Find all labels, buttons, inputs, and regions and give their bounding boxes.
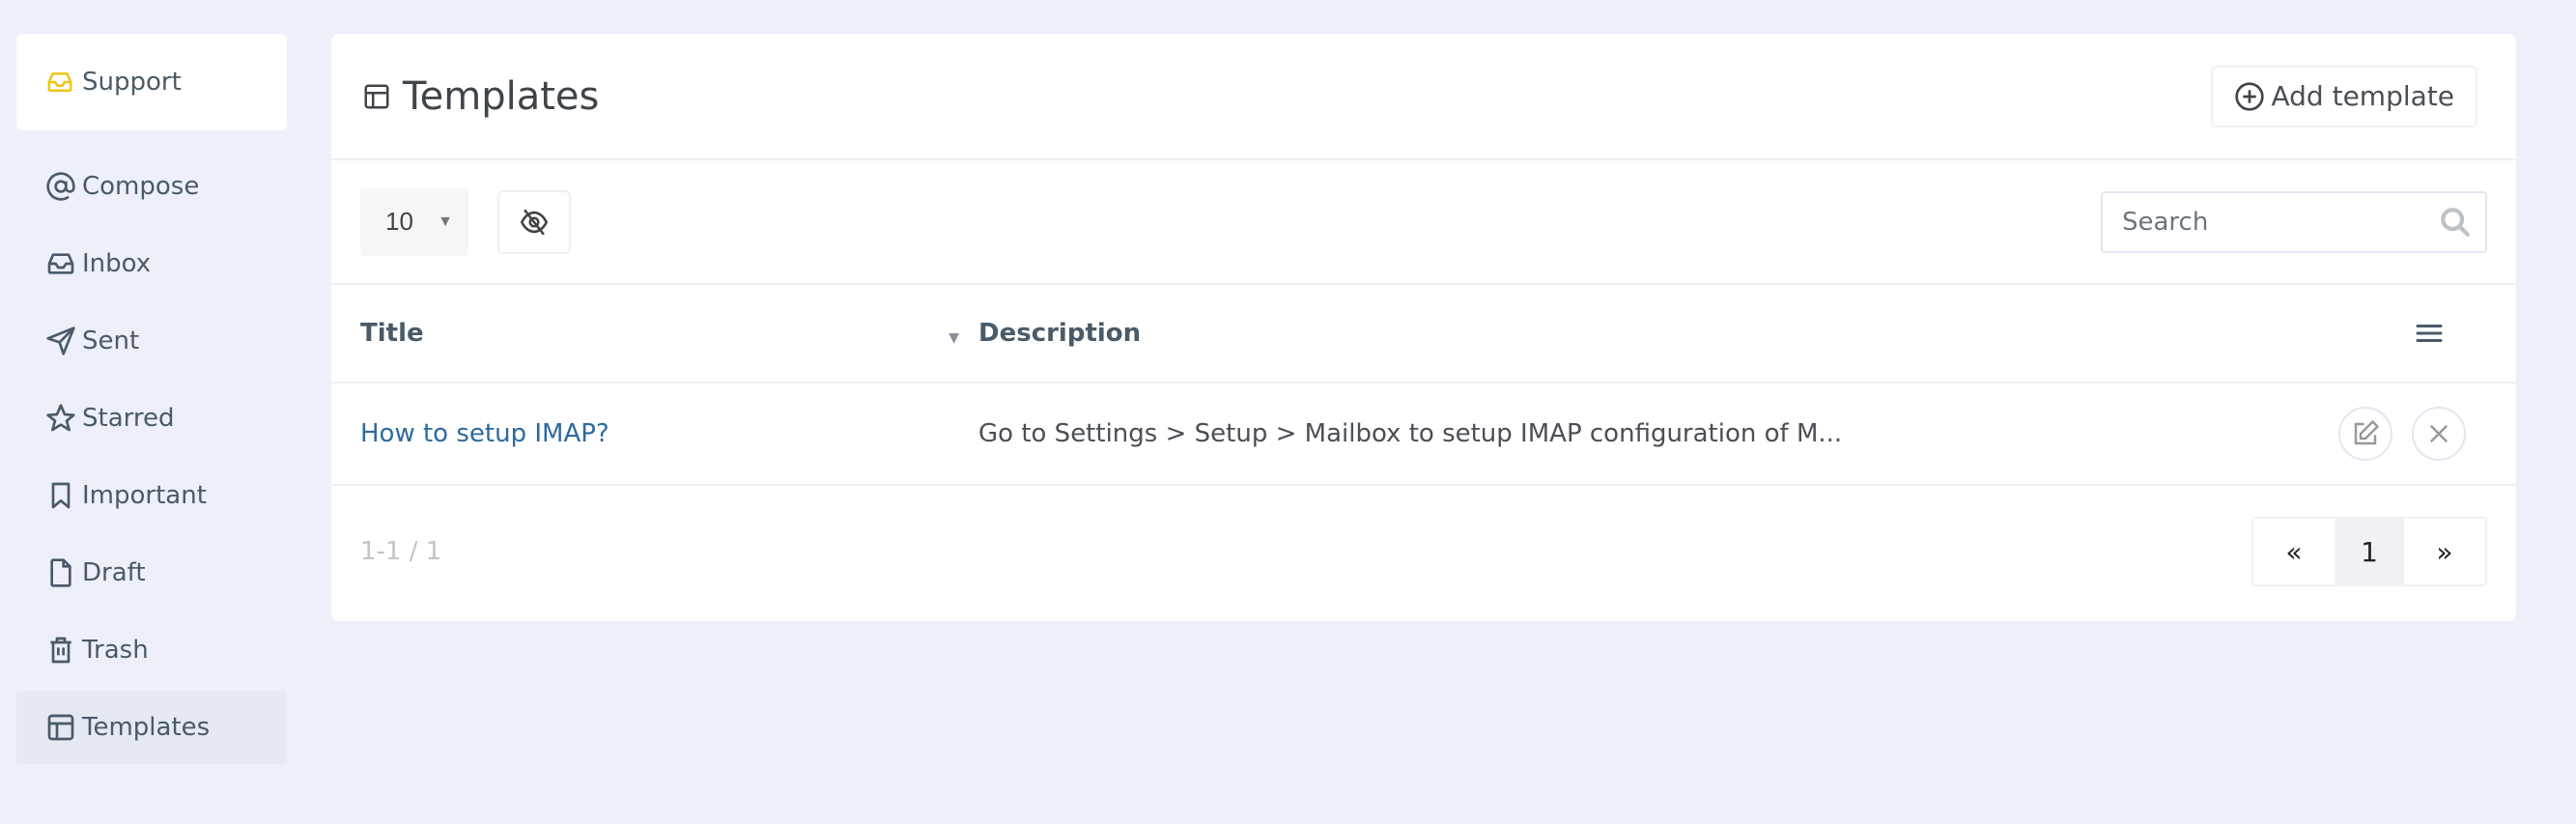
sidebar-item-trash[interactable]: Trash: [16, 613, 287, 687]
table-header: Title ▼ Description: [331, 285, 2516, 384]
sidebar-item-label: Templates: [82, 713, 211, 742]
delete-button[interactable]: [2412, 407, 2466, 461]
file-icon: [50, 558, 71, 587]
sidebar-item-label: Important: [82, 481, 207, 510]
table-toolbar: 10 ▼: [331, 160, 2516, 285]
page-1-button[interactable]: 1: [2335, 519, 2404, 584]
search-icon[interactable]: [2439, 206, 2472, 239]
per-page-value: 10: [385, 207, 413, 236]
caret-down-icon: ▼: [438, 213, 453, 230]
page-title-text: Templates: [403, 73, 600, 119]
search-box: [2101, 190, 2487, 253]
column-menu[interactable]: [2371, 316, 2516, 351]
add-template-label: Add template: [2271, 80, 2454, 112]
account-label: Support: [82, 68, 182, 97]
templates-card: Templates Add template 10 ▼ Search Title…: [331, 34, 2516, 621]
row-actions: [2323, 407, 2516, 461]
template-icon: [364, 84, 389, 108]
sidebar-item-label: Starred: [82, 404, 175, 433]
pagination-range: 1-1 / 1: [360, 537, 442, 566]
first-page-button[interactable]: «: [2253, 519, 2335, 584]
edit-icon: [2354, 420, 2379, 445]
star-icon: [46, 404, 75, 432]
add-template-button[interactable]: Add template: [2211, 65, 2477, 128]
inbox-icon: [47, 253, 74, 274]
inbox-icon: [47, 72, 72, 92]
sidebar-item-compose[interactable]: Compose: [16, 150, 287, 223]
column-header-title[interactable]: Title ▼: [360, 319, 978, 348]
plus-circle-icon: [2235, 81, 2265, 111]
sidebar-item-label: Trash: [82, 636, 149, 665]
sidebar-item-label: Draft: [82, 558, 146, 587]
card-header: Templates Add template: [331, 34, 2516, 160]
template-title-link[interactable]: How to setup IMAP?: [360, 419, 978, 448]
send-icon: [46, 327, 75, 355]
edit-button[interactable]: [2338, 407, 2392, 461]
per-page-select[interactable]: 10 ▼: [360, 187, 468, 256]
table-footer: 1-1 / 1 « 1 »: [331, 486, 2516, 617]
table-row: How to setup IMAP? Go to Settings > Setu…: [331, 384, 2516, 486]
sidebar-item-inbox[interactable]: Inbox: [16, 227, 287, 300]
sort-desc-icon[interactable]: ▼: [948, 330, 959, 346]
last-page-button[interactable]: »: [2404, 519, 2485, 584]
sidebar-nav: Compose Inbox Sent Starred Important Dra…: [16, 150, 287, 764]
sidebar-item-label: Compose: [82, 172, 200, 201]
search-input[interactable]: [2122, 207, 2412, 237]
sidebar-item-label: Inbox: [82, 249, 152, 278]
sidebar-item-label: Sent: [82, 327, 140, 355]
sidebar-item-draft[interactable]: Draft: [16, 536, 287, 610]
sidebar-item-starred[interactable]: Starred: [16, 382, 287, 455]
account-switcher[interactable]: Support: [16, 34, 287, 130]
trash-icon: [50, 637, 71, 664]
column-title-label: Title: [360, 319, 424, 348]
sidebar: Support Compose Inbox Sent Starred Impor…: [16, 34, 287, 768]
close-icon: [2430, 425, 2448, 442]
sidebar-item-important[interactable]: Important: [16, 459, 287, 532]
sidebar-item-sent[interactable]: Sent: [16, 304, 287, 378]
column-description-label: Description: [978, 319, 1142, 348]
at-icon: [46, 172, 75, 201]
toolbar-left: 10 ▼: [360, 187, 571, 256]
eye-off-icon: [520, 208, 549, 236]
bookmark-icon: [51, 482, 71, 509]
menu-icon[interactable]: [2412, 316, 2447, 351]
sidebar-item-templates[interactable]: Templates: [16, 691, 287, 764]
pagination: « 1 »: [2251, 517, 2487, 586]
column-header-description[interactable]: Description: [978, 319, 2371, 348]
template-icon: [47, 714, 74, 741]
page-title: Templates: [362, 74, 599, 119]
column-visibility-button[interactable]: [497, 189, 571, 254]
template-description: Go to Settings > Setup > Mailbox to setu…: [978, 419, 1843, 448]
